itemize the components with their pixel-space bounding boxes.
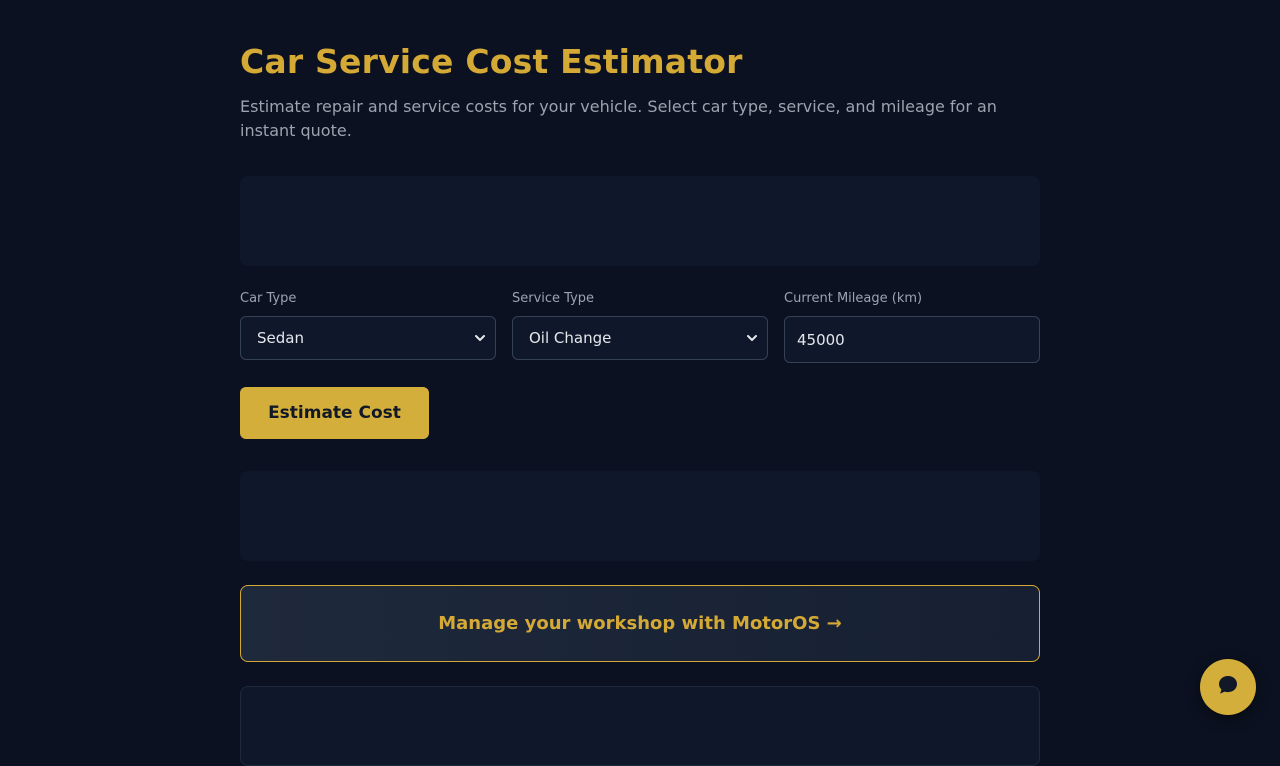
motoros-promo-link[interactable]: Manage your workshop with MotorOS → (240, 585, 1040, 662)
ad-slot-middle (240, 471, 1040, 561)
service-type-value: Oil Change (529, 329, 612, 347)
mileage-label: Current Mileage (km) (784, 291, 923, 306)
chevron-down-icon (474, 332, 486, 344)
car-type-select[interactable]: Sedan (240, 316, 496, 360)
ad-slot-top (240, 176, 1040, 266)
service-type-field: Service Type Oil Change (512, 290, 768, 360)
page-subtitle: Estimate repair and service costs for yo… (240, 97, 997, 140)
chat-button[interactable] (1200, 659, 1256, 715)
car-type-label: Car Type (240, 291, 297, 306)
mileage-field: Current Mileage (km) 45000 (784, 290, 1040, 363)
mileage-value: 45000 (797, 330, 845, 349)
results-card (240, 686, 1040, 766)
service-type-label: Service Type (512, 291, 595, 306)
chat-bubble-icon (1216, 673, 1240, 701)
page-title: Car Service Cost Estimator (240, 42, 743, 81)
car-type-field: Car Type Sedan (240, 290, 496, 360)
chevron-down-icon (746, 332, 758, 344)
mileage-input[interactable]: 45000 (784, 316, 1040, 363)
estimate-cost-button[interactable]: Estimate Cost (240, 387, 429, 439)
car-type-value: Sedan (257, 329, 304, 347)
service-type-select[interactable]: Oil Change (512, 316, 768, 360)
